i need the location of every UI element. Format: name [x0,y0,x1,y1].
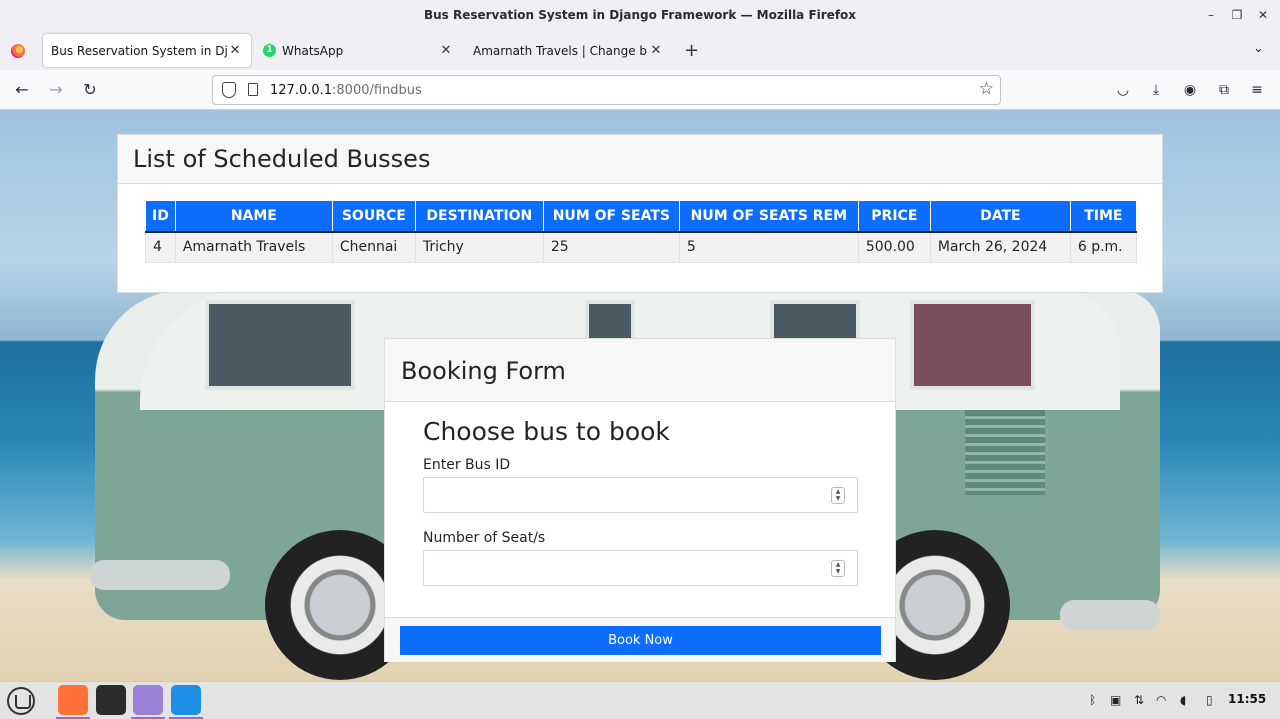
firefox-icon[interactable] [56,685,90,719]
navigation-toolbar: ← → ↻ 127.0.0.1:8000/findbus ☆ ◡ ⤓ ◉ ⧉ ≡ [0,70,1280,110]
back-button[interactable]: ← [11,79,33,101]
battery-icon[interactable]: ▯ [1206,693,1213,707]
col-header-name: NAME [174,200,333,233]
maximize-button[interactable]: ❐ [1227,6,1247,24]
taskbar: ᛒ ▣ ⇅ ◠ ◖ ▯ 11:55 [0,681,1280,719]
close-tab-icon[interactable]: ✕ [438,43,454,58]
card-header: Booking Form [385,339,895,402]
volume-icon[interactable]: ◖ [1180,693,1186,707]
col-header-date: DATE [929,200,1071,233]
col-header-num-seats: NUM OF SEATS [542,200,680,233]
booking-form: Choose bus to book Enter Bus ID ▲ ▼ Numbe… [423,417,859,586]
cell-name: Amarnath Travels [174,231,333,263]
extensions-icon[interactable]: ⧉ [1214,80,1234,100]
firefox-view-icon[interactable] [11,44,25,58]
url-text[interactable]: 127.0.0.1:8000/findbus [270,83,422,98]
background-van-window [910,300,1035,390]
bus-schedule-table: ID NAME SOURCE DESTINATION NUM OF SEATS … [145,200,1137,263]
booking-subtitle: Choose bus to book [423,417,670,446]
bookmark-star-icon[interactable]: ☆ [979,79,994,99]
col-header-id: ID [145,200,176,233]
book-now-button[interactable]: Book Now [400,626,881,655]
url-path: :8000/findbus [332,83,422,98]
network-icon[interactable]: ⇅ [1134,693,1144,707]
clock[interactable]: 11:55 [1228,692,1266,706]
new-tab-button[interactable]: + [684,40,699,61]
col-header-price: PRICE [857,200,931,233]
col-header-destination: DESTINATION [414,200,544,233]
download-icon[interactable]: ⤓ [1146,80,1166,100]
page-info-icon[interactable] [248,83,258,96]
cell-time: 6 p.m. [1069,231,1137,263]
seats-spinner-icon[interactable]: ▲ ▼ [831,560,845,577]
minimize-button[interactable]: – [1201,6,1221,24]
pocket-icon[interactable]: ◡ [1113,80,1133,100]
scheduled-busses-card: List of Scheduled Busses ID NAME SOURCE … [117,134,1163,293]
tab-amarnath-travels[interactable]: Amarnath Travels | Change bus ✕ [465,34,672,67]
bus-id-label: Enter Bus ID [423,457,511,473]
cell-destination: Trichy [414,231,544,263]
close-tab-icon[interactable]: ✕ [648,43,664,58]
cell-num-seats: 25 [542,231,680,263]
cell-id: 4 [145,231,176,263]
menu-icon[interactable] [7,687,35,715]
tab-label: Bus Reservation System in Djang [51,43,227,58]
seats-input[interactable]: ▲ ▼ [423,550,858,586]
table-header-row: ID NAME SOURCE DESTINATION NUM OF SEATS … [145,200,1137,233]
clipboard-icon[interactable]: ▣ [1110,693,1121,707]
bluetooth-icon[interactable]: ᛒ [1089,693,1096,707]
bus-id-input[interactable]: ▲ ▼ [423,477,858,513]
wifi-icon[interactable]: ◠ [1156,693,1166,707]
tab-strip: Bus Reservation System in Djang ✕ 1 What… [0,30,1280,70]
cell-num-seats-rem: 5 [678,231,859,263]
url-bar[interactable]: 127.0.0.1:8000/findbus ☆ [212,75,1001,105]
booking-form-footer: Book Now [385,617,895,662]
cell-price: 500.00 [857,231,931,263]
list-all-tabs-icon[interactable]: ⌄ [1253,41,1264,56]
card-header: List of Scheduled Busses [118,135,1162,184]
whatsapp-icon: 1 [263,44,276,57]
cell-date: March 26, 2024 [929,231,1071,263]
scheduled-busses-title: List of Scheduled Busses [133,145,431,173]
tab-label: WhatsApp [282,43,344,58]
url-host: 127.0.0.1 [270,83,333,98]
vscode-icon[interactable] [169,685,203,719]
tracking-protection-icon[interactable] [222,82,236,98]
tab-label: Amarnath Travels | Change bus [473,43,648,58]
close-tab-icon[interactable]: ✕ [227,43,243,58]
menu-icon[interactable]: ≡ [1247,80,1267,100]
forward-button[interactable]: → [45,79,67,101]
booking-form-title: Booking Form [401,357,566,385]
background-van-bumper [1060,600,1160,630]
tab-bus-reservation[interactable]: Bus Reservation System in Djang ✕ [43,34,251,67]
window-titlebar: Bus Reservation System in Django Framewo… [0,0,1280,30]
background-van-grille [965,410,1045,495]
booking-form-card: Booking Form Choose bus to book Enter Bu… [384,338,896,662]
bus-id-spinner-icon[interactable]: ▲ ▼ [831,487,845,504]
account-icon[interactable]: ◉ [1180,80,1200,100]
col-header-source: SOURCE [331,200,416,233]
background-van-bumper [90,560,230,590]
seats-label: Number of Seat/s [423,530,546,546]
window-title: Bus Reservation System in Django Framewo… [423,8,857,22]
background-van-window [205,300,355,390]
table-row: 4 Amarnath Travels Chennai Trichy 25 5 5… [145,231,1137,263]
terminal-icon[interactable] [96,685,126,715]
reload-button[interactable]: ↻ [79,79,101,101]
col-header-num-seats-rem: NUM OF SEATS REM [678,200,859,233]
close-window-button[interactable]: ✕ [1253,6,1273,24]
files-icon[interactable] [131,685,165,719]
cell-source: Chennai [331,231,416,263]
col-header-time: TIME [1069,200,1137,233]
tab-whatsapp[interactable]: 1 WhatsApp ✕ [255,34,462,67]
